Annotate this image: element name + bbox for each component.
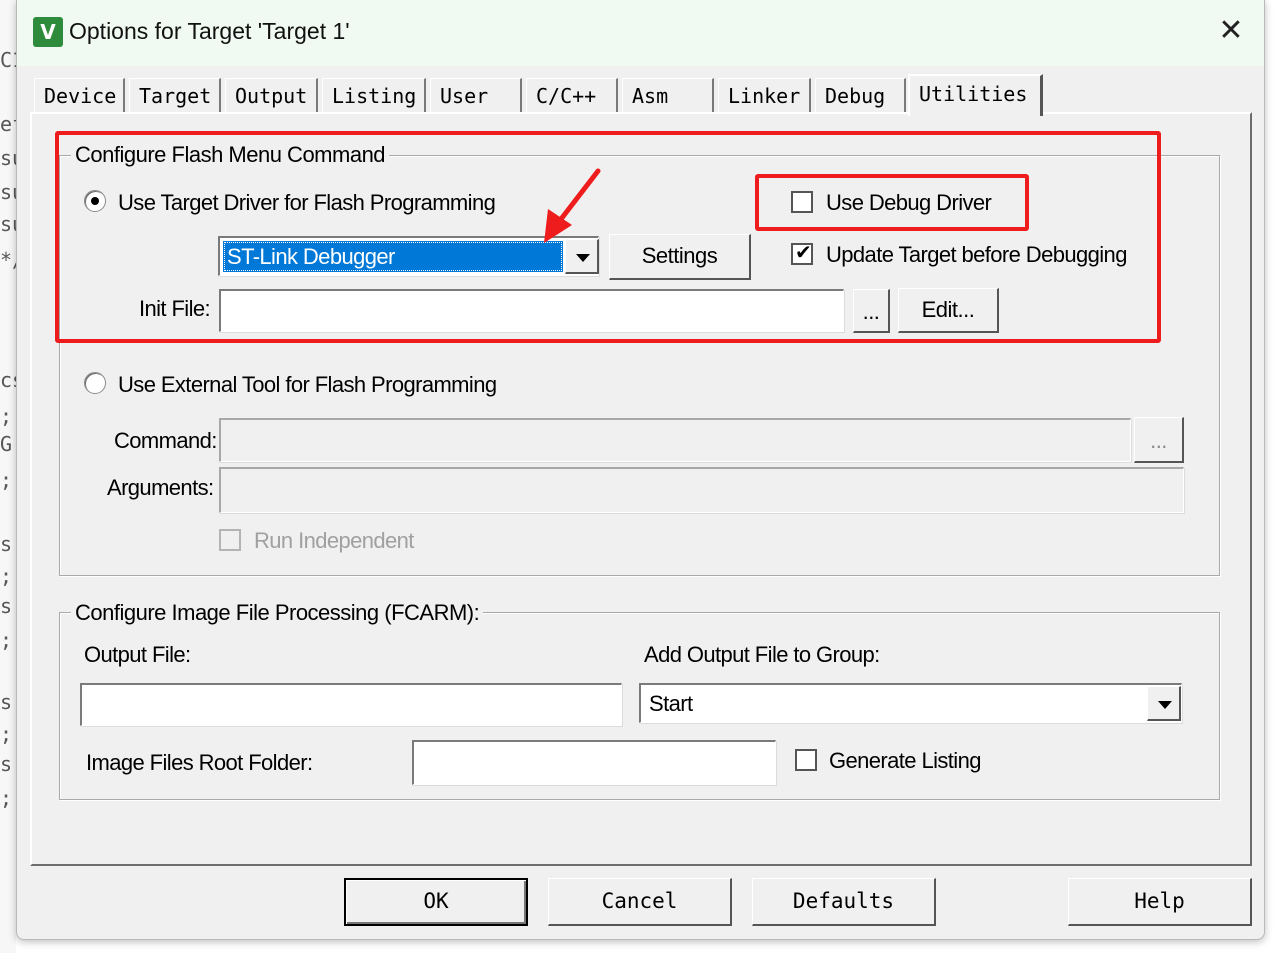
background-code-glyph: su [0,212,16,236]
arguments-label: Arguments: [107,475,214,500]
background-code-glyph: ; [0,564,13,588]
cancel-button[interactable]: Cancel [548,878,732,926]
background-code-glyph: ; [0,628,13,652]
background-code-glyph: s( [0,690,16,714]
tab-linker[interactable]: Linker [718,78,811,112]
background-code-glyph: ef [0,112,16,136]
generate-listing-label: Generate Listing [829,748,981,773]
background-code-glyph: ; [0,722,13,746]
background-code-glyph: su [0,146,16,170]
command-label: Command: [114,428,217,453]
arguments-input[interactable] [219,467,1184,513]
output-file-label: Output File: [84,642,191,667]
run-independent-checkbox[interactable] [219,529,241,551]
use-external-tool-label: Use External Tool for Flash Programming [118,372,497,397]
close-button[interactable]: ✕ [1205,12,1257,52]
output-file-input[interactable] [80,683,622,726]
background-code-glyph: cs [0,368,16,392]
help-button[interactable]: Help [1068,878,1252,926]
tab-c-cpp[interactable]: C/C++ [526,78,618,112]
tab-output[interactable]: Output [225,78,318,112]
background-code-glyph: s( [0,594,16,618]
annotation-debug-driver-box [755,174,1029,231]
root-folder-label: Image Files Root Folder: [86,750,313,775]
background-code-glyph: su [0,180,16,204]
background-editor-strip: C1 ef su su su */ cs; G; s(; s(; s(; s(; [0,0,16,953]
root-folder-input[interactable] [412,740,776,785]
background-code-glyph: s( [0,752,16,776]
background-code-glyph: G [0,432,13,456]
window-title: Options for Target 'Target 1' [69,18,350,44]
chevron-down-icon[interactable] [1147,686,1181,721]
keil-app-icon: V [33,17,63,47]
background-code-glyph: ; [0,786,13,810]
tab-debug[interactable]: Debug [815,78,906,112]
tab-target[interactable]: Target [129,78,221,112]
use-external-tool-radio[interactable] [84,372,106,394]
background-code-glyph: */ [0,248,16,272]
background-code-glyph: ; [0,468,13,492]
background-code-glyph: s( [0,532,16,556]
output-group-select[interactable]: Start [639,683,1182,723]
ok-button[interactable]: OK [344,878,528,926]
command-browse-button[interactable]: ... [1134,417,1184,463]
tab-asm[interactable]: Asm [622,78,714,112]
tab-listing[interactable]: Listing [322,78,426,112]
tab-device[interactable]: Device [34,78,125,112]
image-processing-legend: Configure Image File Processing (FCARM): [71,600,484,626]
background-code-glyph: C1 [0,48,16,72]
annotation-arrow-icon [544,168,601,243]
tab-utilities[interactable]: Utilities [908,74,1043,116]
command-input[interactable] [219,418,1131,462]
add-output-to-group-label: Add Output File to Group: [644,642,880,667]
generate-listing-checkbox[interactable] [795,749,817,771]
background-code-glyph: ; [0,404,13,428]
close-icon: ✕ [1218,14,1244,47]
tab-user[interactable]: User [430,78,522,112]
run-independent-label: Run Independent [254,528,414,553]
defaults-button[interactable]: Defaults [752,878,936,926]
output-group-value: Start [649,691,693,716]
